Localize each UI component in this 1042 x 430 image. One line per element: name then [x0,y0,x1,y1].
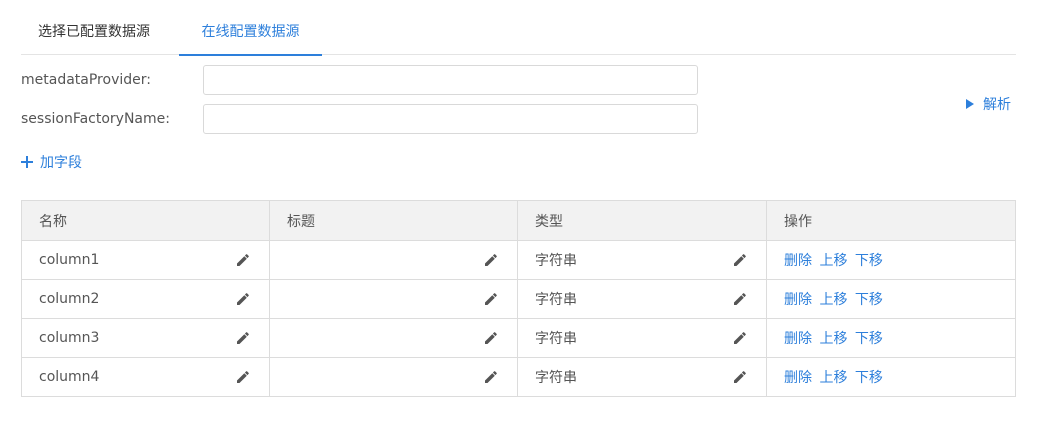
move-up-link[interactable]: 上移 [819,370,847,386]
pencil-icon[interactable] [235,330,251,346]
title-cell[interactable] [269,279,518,319]
add-field-label: 加字段 [40,155,82,171]
move-up-link[interactable]: 上移 [819,331,847,347]
table-header-row: 名称 标题 类型 操作 [21,200,1016,241]
name-cell[interactable]: column1 [21,240,270,280]
move-up-link[interactable]: 上移 [819,253,847,269]
actions-cell: 删除 上移 下移 [766,240,1016,280]
session-factory-name-input[interactable] [203,104,698,134]
table-row: column1 字符串 删除 上移 下移 [21,240,1016,280]
move-down-link[interactable]: 下移 [855,292,883,308]
type-cell[interactable]: 字符串 [517,318,767,358]
actions-cell: 删除 上移 下移 [766,318,1016,358]
add-field-button[interactable]: 加字段 [21,152,82,172]
session-factory-name-label: sessionFactoryName: [21,111,170,127]
pencil-icon[interactable] [235,369,251,385]
title-cell[interactable] [269,357,518,397]
type-value: 字符串 [535,331,577,347]
title-cell[interactable] [269,240,518,280]
move-down-link[interactable]: 下移 [855,370,883,386]
actions-cell: 删除 上移 下移 [766,279,1016,319]
pencil-icon[interactable] [483,291,499,307]
header-title: 标题 [269,200,518,241]
pencil-icon[interactable] [732,291,748,307]
header-actions: 操作 [766,200,1016,241]
parse-label: 解析 [983,97,1011,113]
actions-cell: 删除 上移 下移 [766,357,1016,397]
name-cell[interactable]: column4 [21,357,270,397]
pencil-icon[interactable] [732,252,748,268]
header-name: 名称 [21,200,270,241]
type-cell[interactable]: 字符串 [517,240,767,280]
fields-table: 名称 标题 类型 操作 column1 字符串 删除 上移 下移 column2 [21,200,1016,397]
pencil-icon[interactable] [483,252,499,268]
pencil-icon[interactable] [235,252,251,268]
type-value: 字符串 [535,292,577,308]
type-cell[interactable]: 字符串 [517,279,767,319]
type-value: 字符串 [535,370,577,386]
name-value: column4 [39,369,100,385]
name-value: column3 [39,330,100,346]
delete-link[interactable]: 删除 [784,331,812,347]
pencil-icon[interactable] [483,369,499,385]
move-up-link[interactable]: 上移 [819,292,847,308]
title-cell[interactable] [269,318,518,358]
delete-link[interactable]: 删除 [784,292,812,308]
name-cell[interactable]: column3 [21,318,270,358]
move-down-link[interactable]: 下移 [855,253,883,269]
type-value: 字符串 [535,253,577,269]
pencil-icon[interactable] [235,291,251,307]
table-row: column2 字符串 删除 上移 下移 [21,279,1016,319]
name-value: column2 [39,291,100,307]
tab-online-configure-datasource[interactable]: 在线配置数据源 [179,10,322,56]
pencil-icon[interactable] [732,369,748,385]
table-row: column3 字符串 删除 上移 下移 [21,318,1016,358]
pencil-icon[interactable] [483,330,499,346]
plus-icon [21,156,33,168]
metadata-provider-input[interactable] [203,65,698,95]
play-triangle-icon [966,99,974,109]
name-cell[interactable]: column2 [21,279,270,319]
delete-link[interactable]: 删除 [784,253,812,269]
delete-link[interactable]: 删除 [784,370,812,386]
name-value: column1 [39,252,100,268]
metadata-provider-label: metadataProvider: [21,72,151,88]
tab-bar: 选择已配置数据源 在线配置数据源 [21,10,1016,56]
table-row: column4 字符串 删除 上移 下移 [21,357,1016,397]
header-type: 类型 [517,200,767,241]
pencil-icon[interactable] [732,330,748,346]
parse-button[interactable]: 解析 [966,94,1011,114]
type-cell[interactable]: 字符串 [517,357,767,397]
tab-select-configured-datasource[interactable]: 选择已配置数据源 [38,10,150,55]
move-down-link[interactable]: 下移 [855,331,883,347]
